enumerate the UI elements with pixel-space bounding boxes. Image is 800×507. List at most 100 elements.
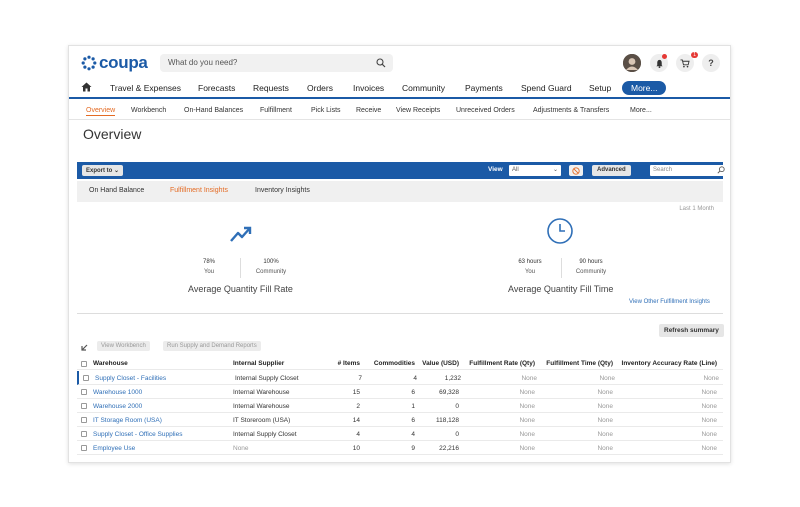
commodities-cell: 1	[411, 403, 415, 410]
nav-spend-guard[interactable]: Spend Guard	[521, 83, 572, 93]
items-cell: 14	[352, 417, 360, 424]
col-fulfillment-time[interactable]: Fulfillment Time (Qty)	[543, 360, 613, 367]
fill-time-cell: None	[599, 375, 615, 382]
logo-text: coupa	[99, 53, 148, 72]
tab-inventory-insights[interactable]: Inventory Insights	[255, 187, 310, 194]
chevron-down-icon: ⌄	[114, 168, 120, 174]
nav-invoices[interactable]: Invoices	[353, 83, 384, 93]
main-nav: Travel & Expenses Forecasts Requests Ord…	[69, 79, 730, 99]
nav-orders[interactable]: Orders	[307, 83, 333, 93]
accuracy-cell: None	[701, 417, 717, 424]
refresh-summary-button[interactable]: Refresh summary	[659, 324, 724, 337]
subnav-pick-lists[interactable]: Pick Lists	[311, 107, 341, 114]
fill-rate-cell: None	[519, 403, 535, 410]
table-search-input[interactable]: Search	[650, 165, 728, 176]
row-checkbox[interactable]	[81, 389, 87, 395]
col-accuracy-rate[interactable]: Inventory Accuracy Rate (Line)	[617, 360, 717, 367]
subnav-unreceived-orders[interactable]: Unreceived Orders	[456, 107, 515, 114]
fill-rate-cell: None	[519, 431, 535, 438]
view-workbench-button[interactable]: View Workbench	[97, 341, 150, 351]
col-fulfillment-rate[interactable]: Fulfillment Rate (Qty)	[467, 360, 535, 367]
avatar-icon	[623, 54, 641, 72]
commodities-cell: 4	[413, 375, 417, 382]
cart-icon	[680, 58, 690, 67]
value-cell: 0	[455, 431, 459, 438]
subnav-view-receipts[interactable]: View Receipts	[396, 107, 440, 114]
coupa-logo[interactable]: coupa	[81, 53, 148, 73]
warehouse-link[interactable]: IT Storage Room (USA)	[93, 417, 162, 424]
fill-time-cell: None	[597, 445, 613, 452]
table-search-placeholder: Search	[653, 167, 673, 173]
row-checkbox[interactable]	[83, 375, 89, 381]
table-row[interactable]: Supply Closet - Office Supplies Internal…	[77, 427, 723, 441]
subnav-more[interactable]: More...	[630, 107, 652, 114]
subnav-workbench[interactable]: Workbench	[131, 107, 166, 114]
nav-payments[interactable]: Payments	[465, 83, 503, 93]
global-search-input[interactable]: What do you need?	[160, 54, 393, 72]
fill-rate-cell: None	[521, 375, 537, 382]
subnav-receive[interactable]: Receive	[356, 107, 381, 114]
subnav-overview[interactable]: Overview	[86, 107, 116, 116]
collapse-arrow-icon[interactable]	[80, 344, 88, 352]
search-placeholder: What do you need?	[168, 58, 238, 67]
row-checkbox[interactable]	[81, 445, 87, 451]
col-warehouse[interactable]: Warehouse	[93, 360, 128, 367]
fill-rate-you-label: You	[203, 269, 215, 275]
warehouse-link[interactable]: Employee Use	[93, 445, 135, 452]
table-row[interactable]: Supply Closet - Facilities Internal Supp…	[77, 371, 723, 385]
subnav-fulfillment[interactable]: Fulfillment	[260, 107, 292, 114]
items-cell: 7	[358, 375, 362, 382]
row-checkbox[interactable]	[81, 403, 87, 409]
warehouse-link[interactable]: Warehouse 2000	[93, 403, 142, 410]
cart-count-badge: 1	[691, 52, 698, 58]
commodities-cell: 4	[411, 431, 415, 438]
nav-home[interactable]	[81, 82, 92, 94]
view-select[interactable]: All ⌄	[509, 165, 561, 176]
cart-button[interactable]: 1	[676, 52, 698, 72]
nav-requests[interactable]: Requests	[253, 83, 289, 93]
nav-forecasts[interactable]: Forecasts	[198, 83, 235, 93]
value-cell: 1,232	[444, 375, 461, 382]
insight-tabs: On Hand Balance Fulfillment Insights Inv…	[77, 181, 723, 202]
view-other-insights-link[interactable]: View Other Fulfillment Insights	[629, 299, 710, 305]
search-icon[interactable]	[717, 166, 725, 174]
period-label: Last 1 Month	[679, 206, 714, 212]
fill-time-community-label: Community	[575, 269, 607, 275]
nav-community[interactable]: Community	[402, 83, 445, 93]
subnav-on-hand-balances[interactable]: On-Hand Balances	[184, 107, 243, 114]
select-all-checkbox[interactable]	[81, 361, 87, 367]
row-checkbox[interactable]	[81, 417, 87, 423]
nav-setup[interactable]: Setup	[589, 83, 611, 93]
chevron-down-icon: ⌄	[552, 167, 558, 173]
nav-more-button[interactable]: More...	[622, 81, 667, 95]
notifications-button[interactable]	[650, 54, 668, 72]
export-to-button[interactable]: Export to ⌄	[82, 165, 124, 176]
table-row[interactable]: Warehouse 1000 Internal Warehouse 15 6 6…	[77, 385, 723, 399]
bell-icon	[655, 59, 663, 68]
warehouse-link[interactable]: Supply Closet - Office Supplies	[93, 431, 182, 438]
user-avatar[interactable]	[623, 54, 641, 72]
table-row[interactable]: Warehouse 2000 Internal Warehouse 2 1 0 …	[77, 399, 723, 413]
col-internal-supplier[interactable]: Internal Supplier	[233, 360, 284, 367]
help-button[interactable]: ?	[702, 54, 720, 72]
advanced-search-button[interactable]: Advanced	[592, 165, 631, 176]
col-commodities[interactable]: Commodities	[365, 360, 415, 367]
page-title: Overview	[83, 126, 142, 142]
tab-fulfillment-insights[interactable]: Fulfillment Insights	[170, 187, 228, 194]
nav-travel-expenses[interactable]: Travel & Expenses	[110, 83, 181, 93]
row-checkbox[interactable]	[81, 431, 87, 437]
col-value[interactable]: Value (USD)	[417, 360, 459, 367]
fill-time-you-label: You	[524, 269, 536, 275]
export-label: Export to	[86, 168, 113, 174]
run-reports-button[interactable]: Run Supply and Demand Reports	[163, 341, 261, 351]
warehouse-link[interactable]: Warehouse 1000	[93, 389, 142, 396]
subnav-adjustments-transfers[interactable]: Adjustments & Transfers	[533, 107, 609, 114]
warehouse-link[interactable]: Supply Closet - Facilities	[95, 375, 166, 382]
table-row[interactable]: IT Storage Room (USA) IT Storeroom (USA)…	[77, 413, 723, 427]
app-window: coupa What do you need? 1 ? Travel & Exp…	[68, 45, 731, 463]
tab-on-hand-balance[interactable]: On Hand Balance	[89, 187, 144, 194]
col-items[interactable]: # Items	[330, 360, 360, 367]
clear-filter-button[interactable]	[569, 165, 583, 176]
fill-rate-community-value: 100%	[263, 259, 279, 265]
table-row[interactable]: Employee Use None 10 9 22,216 None None …	[77, 441, 723, 455]
